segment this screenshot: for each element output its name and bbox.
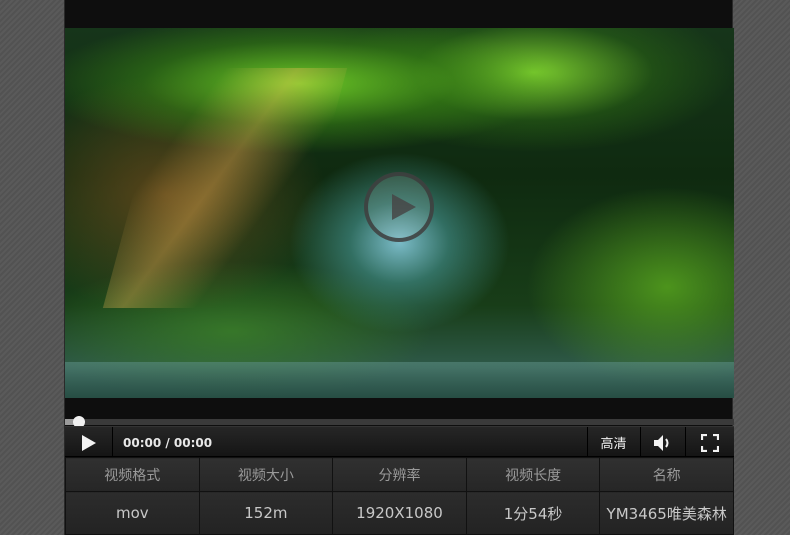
volume-button[interactable]	[640, 427, 684, 458]
table-header-row: 视频格式 视频大小 分辨率 视频长度 名称	[65, 457, 734, 492]
fullscreen-button[interactable]	[685, 427, 734, 458]
value-format: mov	[65, 491, 200, 535]
progress-bar[interactable]	[65, 416, 734, 428]
stream-decoration	[65, 362, 734, 398]
value-duration: 1分54秒	[465, 491, 601, 535]
header-size: 视频大小	[198, 457, 334, 492]
value-size: 152m	[198, 491, 334, 535]
header-format: 视频格式	[65, 457, 200, 492]
value-resolution: 1920X1080	[332, 491, 467, 535]
play-icon	[81, 434, 96, 451]
table-row: mov 152m 1920X1080 1分54秒 YM3465唯美森林	[65, 491, 734, 535]
fullscreen-icon	[701, 433, 719, 452]
header-name: 名称	[599, 457, 734, 492]
video-frame[interactable]	[65, 28, 734, 398]
volume-icon	[653, 434, 668, 451]
value-name: YM3465唯美森林	[599, 491, 734, 535]
play-button[interactable]	[65, 427, 113, 458]
time-display: 00:00 / 00:00	[123, 435, 213, 450]
video-info-table: 视频格式 视频大小 分辨率 视频长度 名称 mov 152m 1920X1080…	[65, 457, 734, 535]
header-resolution: 分辨率	[332, 457, 467, 492]
control-bar: 00:00 / 00:00 高清	[65, 426, 734, 458]
sunbeam-decoration	[102, 68, 348, 308]
quality-button[interactable]: 高清	[587, 427, 639, 458]
play-overlay-button[interactable]	[364, 172, 434, 242]
header-duration: 视频长度	[465, 457, 601, 492]
play-circle-icon	[392, 194, 416, 220]
video-player: 00:00 / 00:00 高清 视频格式 视频大小 分辨率 视频长度 名称 m…	[64, 0, 734, 535]
